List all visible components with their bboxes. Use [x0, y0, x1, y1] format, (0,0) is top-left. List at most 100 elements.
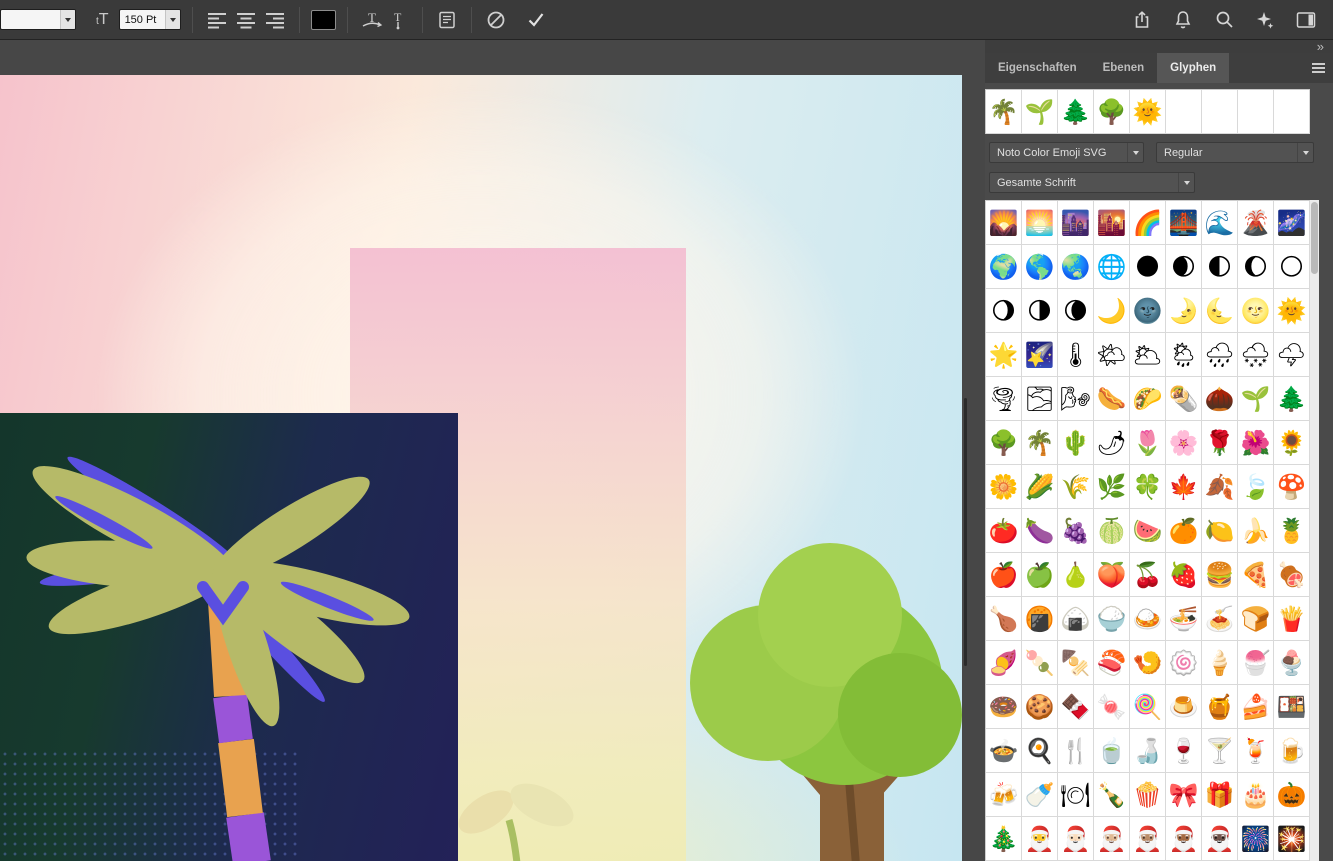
glyph-cell[interactable]: 🍢: [1058, 641, 1094, 685]
glyph-cell[interactable]: 🌽: [1022, 465, 1058, 509]
glyph-cell[interactable]: 🎅🏻: [1058, 817, 1094, 861]
font-size-combo[interactable]: 150 Pt: [118, 9, 181, 30]
glyph-cell[interactable]: 🌖: [986, 289, 1022, 333]
glyph-cell[interactable]: 🍋: [1202, 509, 1238, 553]
glyph-cell[interactable]: 🍏: [1022, 553, 1058, 597]
glyph-cell[interactable]: 🍑: [1094, 553, 1130, 597]
glyph-cell[interactable]: 🍷: [1166, 729, 1202, 773]
glyph-cell[interactable]: 🌆: [1058, 201, 1094, 245]
glyph-cell[interactable]: 🎃: [1274, 773, 1310, 817]
glyph-cell[interactable]: 🍚: [1094, 597, 1130, 641]
text-color-swatch[interactable]: [310, 9, 336, 30]
glyph-cell[interactable]: 🌞: [1274, 289, 1310, 333]
tab-glyphen[interactable]: Glyphen: [1157, 53, 1230, 83]
recent-glyph-cell[interactable]: [1202, 90, 1238, 134]
glyph-cell[interactable]: 🍀: [1130, 465, 1166, 509]
glyph-cell[interactable]: 🎅🏼: [1094, 817, 1130, 861]
align-center-button[interactable]: [233, 7, 259, 33]
glyph-cell[interactable]: 🌺: [1238, 421, 1274, 465]
glyph-cell[interactable]: 🍖: [1274, 553, 1310, 597]
glyph-cell[interactable]: 🍧: [1238, 641, 1274, 685]
glyph-cell[interactable]: 🌧: [1202, 333, 1238, 377]
glyph-cell[interactable]: 🍄: [1274, 465, 1310, 509]
glyph-cell[interactable]: 🍌: [1238, 509, 1274, 553]
glyph-cell[interactable]: 🍇: [1058, 509, 1094, 553]
glyph-cell[interactable]: 🎅🏿: [1202, 817, 1238, 861]
glyph-cell[interactable]: 🌮: [1130, 377, 1166, 421]
glyph-cell[interactable]: 🌋: [1238, 201, 1274, 245]
glyph-cell[interactable]: 🎇: [1274, 817, 1310, 861]
glyph-cell[interactable]: 🌿: [1094, 465, 1130, 509]
glyph-cell[interactable]: 🌏: [1058, 245, 1094, 289]
glyph-cell[interactable]: 🍊: [1166, 509, 1202, 553]
glyph-cell[interactable]: 🌒: [1166, 245, 1202, 289]
glyph-cell[interactable]: 🍓: [1166, 553, 1202, 597]
glyph-cell[interactable]: 🍛: [1130, 597, 1166, 641]
glyph-cell[interactable]: 🌟: [986, 333, 1022, 377]
glyph-cell[interactable]: 🌻: [1274, 421, 1310, 465]
align-left-button[interactable]: [204, 7, 230, 33]
glyph-cell[interactable]: 🌵: [1058, 421, 1094, 465]
glyph-cell[interactable]: 🌕: [1274, 245, 1310, 289]
glyph-cell[interactable]: 🍹: [1238, 729, 1274, 773]
recent-glyph-cell[interactable]: [1166, 90, 1202, 134]
notifications-button[interactable]: [1170, 7, 1196, 33]
tab-eigenschaften[interactable]: Eigenschaften: [985, 53, 1090, 83]
glyph-cell[interactable]: 🎅: [1022, 817, 1058, 861]
glyph-cell[interactable]: 🌰: [1202, 377, 1238, 421]
glyph-cell[interactable]: 🌷: [1130, 421, 1166, 465]
type-on-path-button[interactable]: T: [385, 7, 411, 33]
glyph-cell[interactable]: 🍮: [1166, 685, 1202, 729]
glyph-cell[interactable]: 🌱: [1238, 377, 1274, 421]
glyph-cell[interactable]: 🍰: [1238, 685, 1274, 729]
glyph-cell[interactable]: 🍿: [1130, 773, 1166, 817]
recent-glyph-cell[interactable]: [1274, 90, 1310, 134]
glyph-cell[interactable]: 🌩: [1274, 333, 1310, 377]
glyph-cell[interactable]: 🌫: [1022, 377, 1058, 421]
glyph-cell[interactable]: 🌜: [1202, 289, 1238, 333]
glyph-cell[interactable]: 🍱: [1274, 685, 1310, 729]
glyph-cell[interactable]: 🍲: [986, 729, 1022, 773]
glyph-cell[interactable]: 🍙: [1058, 597, 1094, 641]
share-button[interactable]: [1129, 7, 1155, 33]
glyph-cell[interactable]: 🍒: [1130, 553, 1166, 597]
glyph-font-style-select[interactable]: Regular: [1156, 142, 1314, 163]
glyph-cell[interactable]: 🌙: [1094, 289, 1130, 333]
glyph-cell[interactable]: 🌼: [986, 465, 1022, 509]
glyph-cell[interactable]: 🍕: [1238, 553, 1274, 597]
glyph-cell[interactable]: 🍽: [1058, 773, 1094, 817]
glyph-cell[interactable]: 🍾: [1094, 773, 1130, 817]
glyph-cell[interactable]: 🍝: [1202, 597, 1238, 641]
glyph-cell[interactable]: 🌥: [1130, 333, 1166, 377]
glyph-scope-select[interactable]: Gesamte Schrift: [989, 172, 1195, 193]
glyph-grid-scrollbar[interactable]: [1310, 200, 1319, 861]
glyph-cell[interactable]: 🎁: [1202, 773, 1238, 817]
collapse-panels-chevron[interactable]: »: [1317, 40, 1324, 53]
glyph-cell[interactable]: 🍔: [1202, 553, 1238, 597]
recent-glyph-cell[interactable]: 🌞: [1130, 90, 1166, 134]
glyph-cell[interactable]: 🌸: [1166, 421, 1202, 465]
glyph-cell[interactable]: 🍅: [986, 509, 1022, 553]
glyph-cell[interactable]: 🌡: [1058, 333, 1094, 377]
glyph-cell[interactable]: 🌄: [986, 201, 1022, 245]
glyph-cell[interactable]: 🍗: [986, 597, 1022, 641]
glyph-cell[interactable]: 🍬: [1094, 685, 1130, 729]
glyph-cell[interactable]: 🍐: [1058, 553, 1094, 597]
ai-assistant-button[interactable]: [1252, 7, 1278, 33]
glyph-cell[interactable]: 🍯: [1202, 685, 1238, 729]
glyph-cell[interactable]: 🌲: [1274, 377, 1310, 421]
glyph-font-family-select[interactable]: Noto Color Emoji SVG: [989, 142, 1144, 163]
glyph-cell[interactable]: 🍥: [1166, 641, 1202, 685]
character-paragraph-panel-button[interactable]: [434, 7, 460, 33]
glyph-cell[interactable]: 🌬: [1058, 377, 1094, 421]
glyph-cell[interactable]: 🍈: [1094, 509, 1130, 553]
glyph-cell[interactable]: 🍪: [1022, 685, 1058, 729]
glyph-cell[interactable]: 🎄: [986, 817, 1022, 861]
glyph-cell[interactable]: 🍎: [986, 553, 1022, 597]
glyph-cell[interactable]: 🍫: [1058, 685, 1094, 729]
glyph-cell[interactable]: 🎀: [1166, 773, 1202, 817]
glyph-cell[interactable]: 🍴: [1058, 729, 1094, 773]
glyph-cell[interactable]: 🍣: [1094, 641, 1130, 685]
recent-glyph-cell[interactable]: 🌳: [1094, 90, 1130, 134]
glyph-cell[interactable]: 🍼: [1022, 773, 1058, 817]
